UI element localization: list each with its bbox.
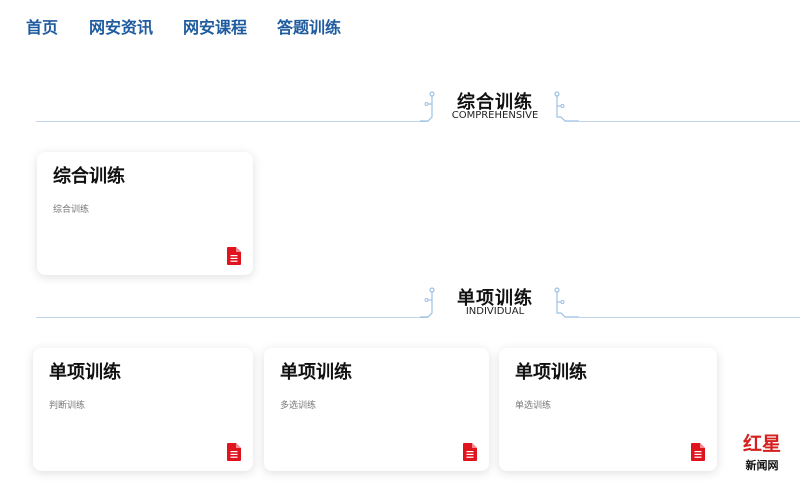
document-icon[interactable] (691, 443, 705, 461)
card-description: 综合训练 (53, 205, 90, 215)
document-icon[interactable] (227, 247, 241, 265)
nav-quiz-training[interactable]: 答题训练 (277, 14, 341, 38)
header-divider-left (36, 121, 428, 122)
header-divider-right (565, 121, 800, 122)
document-icon[interactable] (227, 443, 241, 461)
training-card[interactable]: 综合训练 综合训练 (37, 152, 253, 275)
card-description: 判断训练 (49, 401, 86, 411)
training-card[interactable]: 单项训练 多选训练 (264, 348, 489, 471)
card-description: 多选训练 (280, 401, 317, 411)
watermark-bottom-text: 新闻网 (745, 459, 779, 472)
card-title: 单项训练 (515, 362, 587, 383)
training-card[interactable]: 单项训练 判断训练 (33, 348, 253, 471)
training-card[interactable]: 单项训练 单选训练 (499, 348, 717, 471)
nav-security-news[interactable]: 网安资讯 (89, 14, 153, 38)
watermark-top-text: 红星 (742, 433, 781, 455)
section-header-individual: 单项训练 INDIVIDUAL (0, 282, 800, 322)
card-description: 单选训练 (515, 401, 552, 411)
card-title: 单项训练 (49, 362, 121, 383)
circuit-ornament-right-icon (554, 91, 579, 122)
watermark-logo: 红星 新闻网 (738, 432, 786, 480)
header-divider-right (565, 317, 800, 318)
top-nav: 首页 网安资讯 网安课程 答题训练 (0, 0, 800, 50)
document-icon[interactable] (463, 443, 477, 461)
circuit-ornament-right-icon (554, 287, 579, 318)
header-divider-left (36, 317, 428, 318)
section-subtitle: INDIVIDUAL (465, 306, 525, 317)
section-subtitle: COMPREHENSIVE (451, 110, 539, 121)
nav-security-courses[interactable]: 网安课程 (183, 14, 247, 38)
card-title: 单项训练 (280, 362, 352, 383)
card-title: 综合训练 (53, 166, 125, 187)
nav-home[interactable]: 首页 (26, 14, 58, 38)
section-header-comprehensive: 综合训练 COMPREHENSIVE (0, 86, 800, 126)
